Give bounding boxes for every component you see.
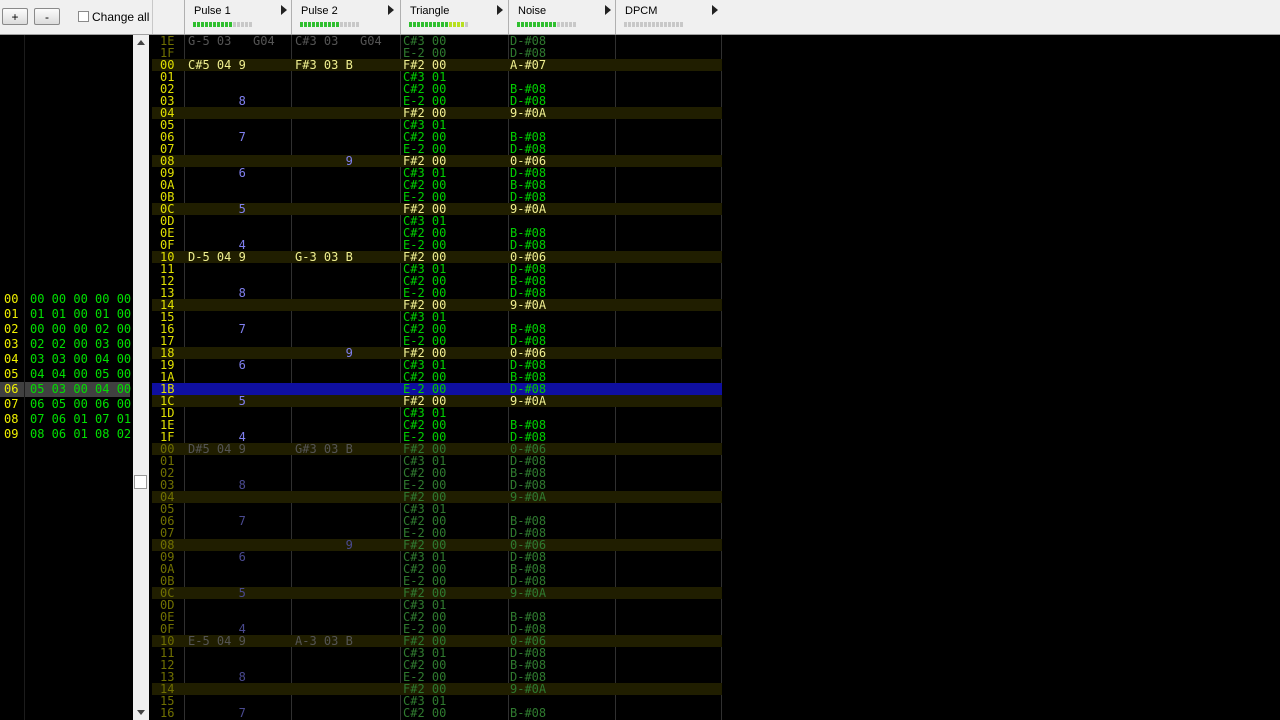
scroll-down-arrow-icon[interactable] (137, 710, 145, 715)
frame-index: 07 (4, 397, 19, 411)
frame-list-scrollbar[interactable] (133, 35, 149, 720)
frame-row[interactable]: 01 01 01 00 01 00 (0, 307, 132, 322)
pulse1-cell[interactable]: D-5 04 9 (188, 251, 246, 263)
frame-pattern-values: 05 03 00 04 00 (30, 382, 132, 396)
volume-meter (624, 22, 683, 27)
expand-arrow-icon[interactable] (388, 5, 394, 15)
change-all-checkbox[interactable] (78, 11, 89, 22)
frame-pattern-values: 07 06 01 07 01 (30, 412, 132, 426)
noise-cell[interactable]: 9-#0A (510, 107, 546, 119)
pulse2-cell[interactable]: 9 (295, 347, 353, 359)
frame-row[interactable]: 05 04 04 00 05 00 (0, 367, 132, 382)
frame-pattern-values: 03 03 00 04 00 (30, 352, 132, 366)
channel-header-triangle[interactable]: Triangle (400, 0, 507, 34)
pulse1-cell[interactable]: 8 (188, 287, 246, 299)
channel-name: DPCM (625, 5, 658, 17)
frame-pattern-values: 01 01 00 01 00 (30, 307, 132, 321)
expand-arrow-icon[interactable] (497, 5, 503, 15)
pulse1-cell[interactable]: G-5 03 G04 (188, 35, 275, 47)
noise-cell[interactable]: 9-#0A (510, 683, 546, 695)
pulse2-cell[interactable]: C#3 03 G04 (295, 35, 382, 47)
pulse2-cell[interactable]: G#3 03 B (295, 443, 353, 455)
pulse2-cell[interactable]: G-3 03 B (295, 251, 353, 263)
frame-list-divider (24, 35, 25, 720)
frame-pattern-values: 04 04 00 05 00 (30, 367, 132, 381)
channel-name: Pulse 1 (194, 5, 231, 17)
channel-name: Pulse 2 (301, 5, 338, 17)
frame-index: 06 (4, 382, 19, 396)
channel-name: Triangle (410, 5, 450, 17)
noise-cell[interactable]: 9-#0A (510, 299, 546, 311)
pulse1-cell[interactable]: 5 (188, 395, 246, 407)
frame-pattern-values: 06 05 00 06 00 (30, 397, 132, 411)
frame-row[interactable]: 04 03 03 00 04 00 (0, 352, 132, 367)
frame-row[interactable]: 03 02 02 00 03 00 (0, 337, 132, 352)
volume-meter (517, 22, 576, 27)
frame-pattern-values: 08 06 01 08 02 (30, 427, 132, 441)
pulse1-cell[interactable]: 8 (188, 671, 246, 683)
add-frame-button[interactable]: + (2, 8, 28, 25)
frame-row[interactable]: 02 00 00 00 02 00 (0, 322, 132, 337)
pulse2-cell[interactable]: 9 (295, 155, 353, 167)
noise-cell[interactable]: 9-#0A (510, 395, 546, 407)
channel-header-pulse-2[interactable]: Pulse 2 (291, 0, 398, 34)
frame-index: 05 (4, 367, 19, 381)
channel-header-noise[interactable]: Noise (508, 0, 615, 34)
pulse1-cell[interactable]: 7 (188, 131, 246, 143)
pulse1-cell[interactable]: 6 (188, 167, 246, 179)
frame-row[interactable]: 06 05 03 00 04 00 (0, 382, 132, 397)
pulse1-cell[interactable]: 6 (188, 551, 246, 563)
expand-arrow-icon[interactable] (712, 5, 718, 15)
expand-arrow-icon[interactable] (281, 5, 287, 15)
frame-pattern-values: 00 00 00 02 00 (30, 322, 132, 336)
channel-header-pulse-1[interactable]: Pulse 1 (184, 0, 291, 34)
frame-row[interactable]: 08 07 06 01 07 01 (0, 412, 132, 427)
pulse1-cell[interactable]: 7 (188, 515, 246, 527)
volume-meter (409, 22, 468, 27)
pulse1-cell[interactable]: 7 (188, 707, 246, 719)
frame-index: 08 (4, 412, 19, 426)
pulse1-cell[interactable]: 8 (188, 95, 246, 107)
pattern-editor[interactable]: 1E G-5 03 G04 C#3 03 G04 C#3 00 D-#08 1F E-2 0… (152, 35, 722, 720)
volume-meter (193, 22, 252, 27)
scroll-thumb[interactable] (134, 475, 147, 489)
expand-arrow-icon[interactable] (605, 5, 611, 15)
frame-pattern-values: 02 02 00 03 00 (30, 337, 132, 351)
change-all-label: Change all (92, 10, 150, 24)
volume-meter (300, 22, 359, 27)
frame-row[interactable]: 00 00 00 00 00 00 (0, 292, 132, 307)
frame-row[interactable]: 07 06 05 00 06 00 (0, 397, 132, 412)
pulse1-cell[interactable]: 8 (188, 479, 246, 491)
pulse2-cell[interactable]: A-3 03 B (295, 635, 353, 647)
pulse1-cell[interactable]: 5 (188, 587, 246, 599)
pulse1-cell[interactable]: D#5 04 9 (188, 443, 246, 455)
row-header-spacer (152, 0, 185, 34)
remove-frame-button[interactable]: - (34, 8, 60, 25)
noise-cell[interactable]: A-#07 (510, 59, 546, 71)
toolbar: + - Change all Pulse 1 Pulse 2 Triangle Noi… (0, 0, 1280, 35)
scroll-up-arrow-icon[interactable] (137, 40, 145, 45)
frame-list[interactable]: 00 00 00 00 00 00 01 01 01 00 01 00 02 00 00 … (0, 35, 133, 720)
frame-index: 09 (4, 427, 19, 441)
pulse1-cell[interactable]: C#5 04 9 (188, 59, 246, 71)
pulse1-cell[interactable]: E-5 04 9 (188, 635, 246, 647)
frame-index: 02 (4, 322, 19, 336)
pulse1-cell[interactable]: 5 (188, 203, 246, 215)
noise-cell[interactable]: 9-#0A (510, 587, 546, 599)
pulse1-cell[interactable]: 7 (188, 323, 246, 335)
noise-cell[interactable]: 9-#0A (510, 203, 546, 215)
channel-name: Noise (518, 5, 547, 17)
frame-index: 01 (4, 307, 19, 321)
pulse1-cell[interactable]: 6 (188, 359, 246, 371)
frame-index: 04 (4, 352, 19, 366)
pulse2-cell[interactable]: 9 (295, 539, 353, 551)
noise-cell[interactable]: 9-#0A (510, 491, 546, 503)
frame-index: 00 (4, 292, 19, 306)
frame-controls: + - Change all (0, 0, 152, 34)
frame-row[interactable]: 09 08 06 01 08 02 (0, 427, 132, 442)
frame-pattern-values: 00 00 00 00 00 (30, 292, 132, 306)
pulse2-cell[interactable]: F#3 03 B (295, 59, 353, 71)
frame-index: 03 (4, 337, 19, 351)
channel-header-dpcm[interactable]: DPCM (615, 0, 722, 34)
